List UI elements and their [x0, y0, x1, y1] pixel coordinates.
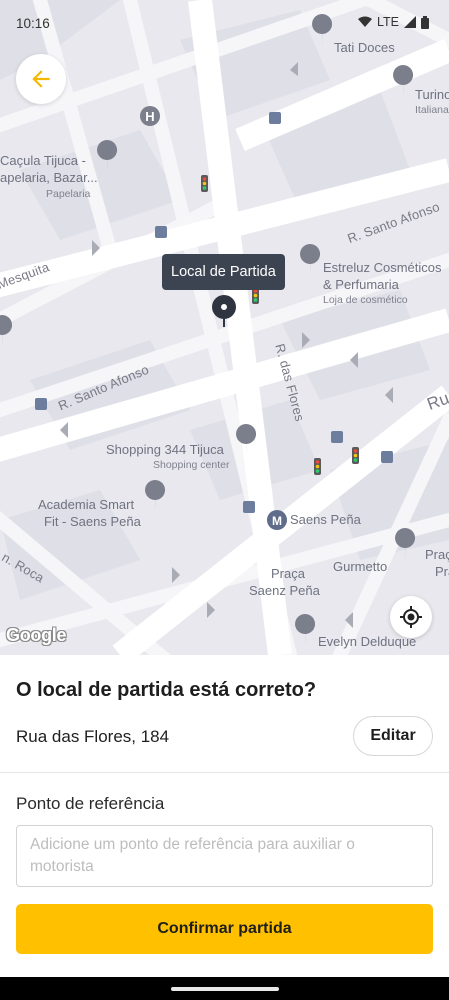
- network-type: LTE: [377, 15, 399, 29]
- metro-marker-icon: M: [267, 510, 287, 530]
- status-time: 10:16: [16, 16, 50, 31]
- hospital-marker-icon: H: [140, 106, 160, 126]
- reference-input[interactable]: Adicione um ponto de referência para aux…: [16, 825, 433, 887]
- google-logo[interactable]: Google: [6, 625, 67, 646]
- my-location-icon: [400, 606, 422, 628]
- status-icons: LTE: [358, 15, 429, 29]
- svg-text:M: M: [272, 514, 282, 528]
- my-location-button[interactable]: [390, 596, 432, 638]
- map-view[interactable]: R. Santo Afonso R. Santo Afonso R. das F…: [0, 0, 449, 655]
- confirm-pickup-button[interactable]: Confirmar partida: [16, 904, 433, 954]
- map-pin-icon[interactable]: [211, 295, 237, 327]
- navigation-bar: [0, 977, 449, 1000]
- wifi-icon: [358, 16, 372, 27]
- arrow-left-icon: [32, 70, 50, 88]
- edit-button[interactable]: Editar: [353, 716, 433, 756]
- shopping-marker-icon: [0, 140, 321, 647]
- pickup-tooltip: Local de Partida: [162, 254, 285, 290]
- home-indicator[interactable]: [171, 987, 279, 991]
- signal-icon: [404, 16, 416, 28]
- pickup-address: Rua das Flores, 184: [16, 727, 170, 746]
- restaurant-marker-icon: [312, 14, 416, 561]
- divider: [0, 772, 449, 773]
- svg-text:H: H: [145, 109, 154, 124]
- sheet-title: O local de partida está correto?: [16, 679, 317, 701]
- screen: R. Santo Afonso R. Santo Afonso R. das F…: [0, 0, 449, 1000]
- status-bar: 10:16 LTE: [0, 0, 449, 46]
- pickup-confirm-sheet: O local de partida está correto? Rua das…: [0, 655, 449, 977]
- map-markers: H M: [0, 14, 416, 647]
- battery-icon: [421, 15, 429, 29]
- reference-label: Ponto de referência: [16, 794, 165, 813]
- back-button[interactable]: [16, 54, 66, 104]
